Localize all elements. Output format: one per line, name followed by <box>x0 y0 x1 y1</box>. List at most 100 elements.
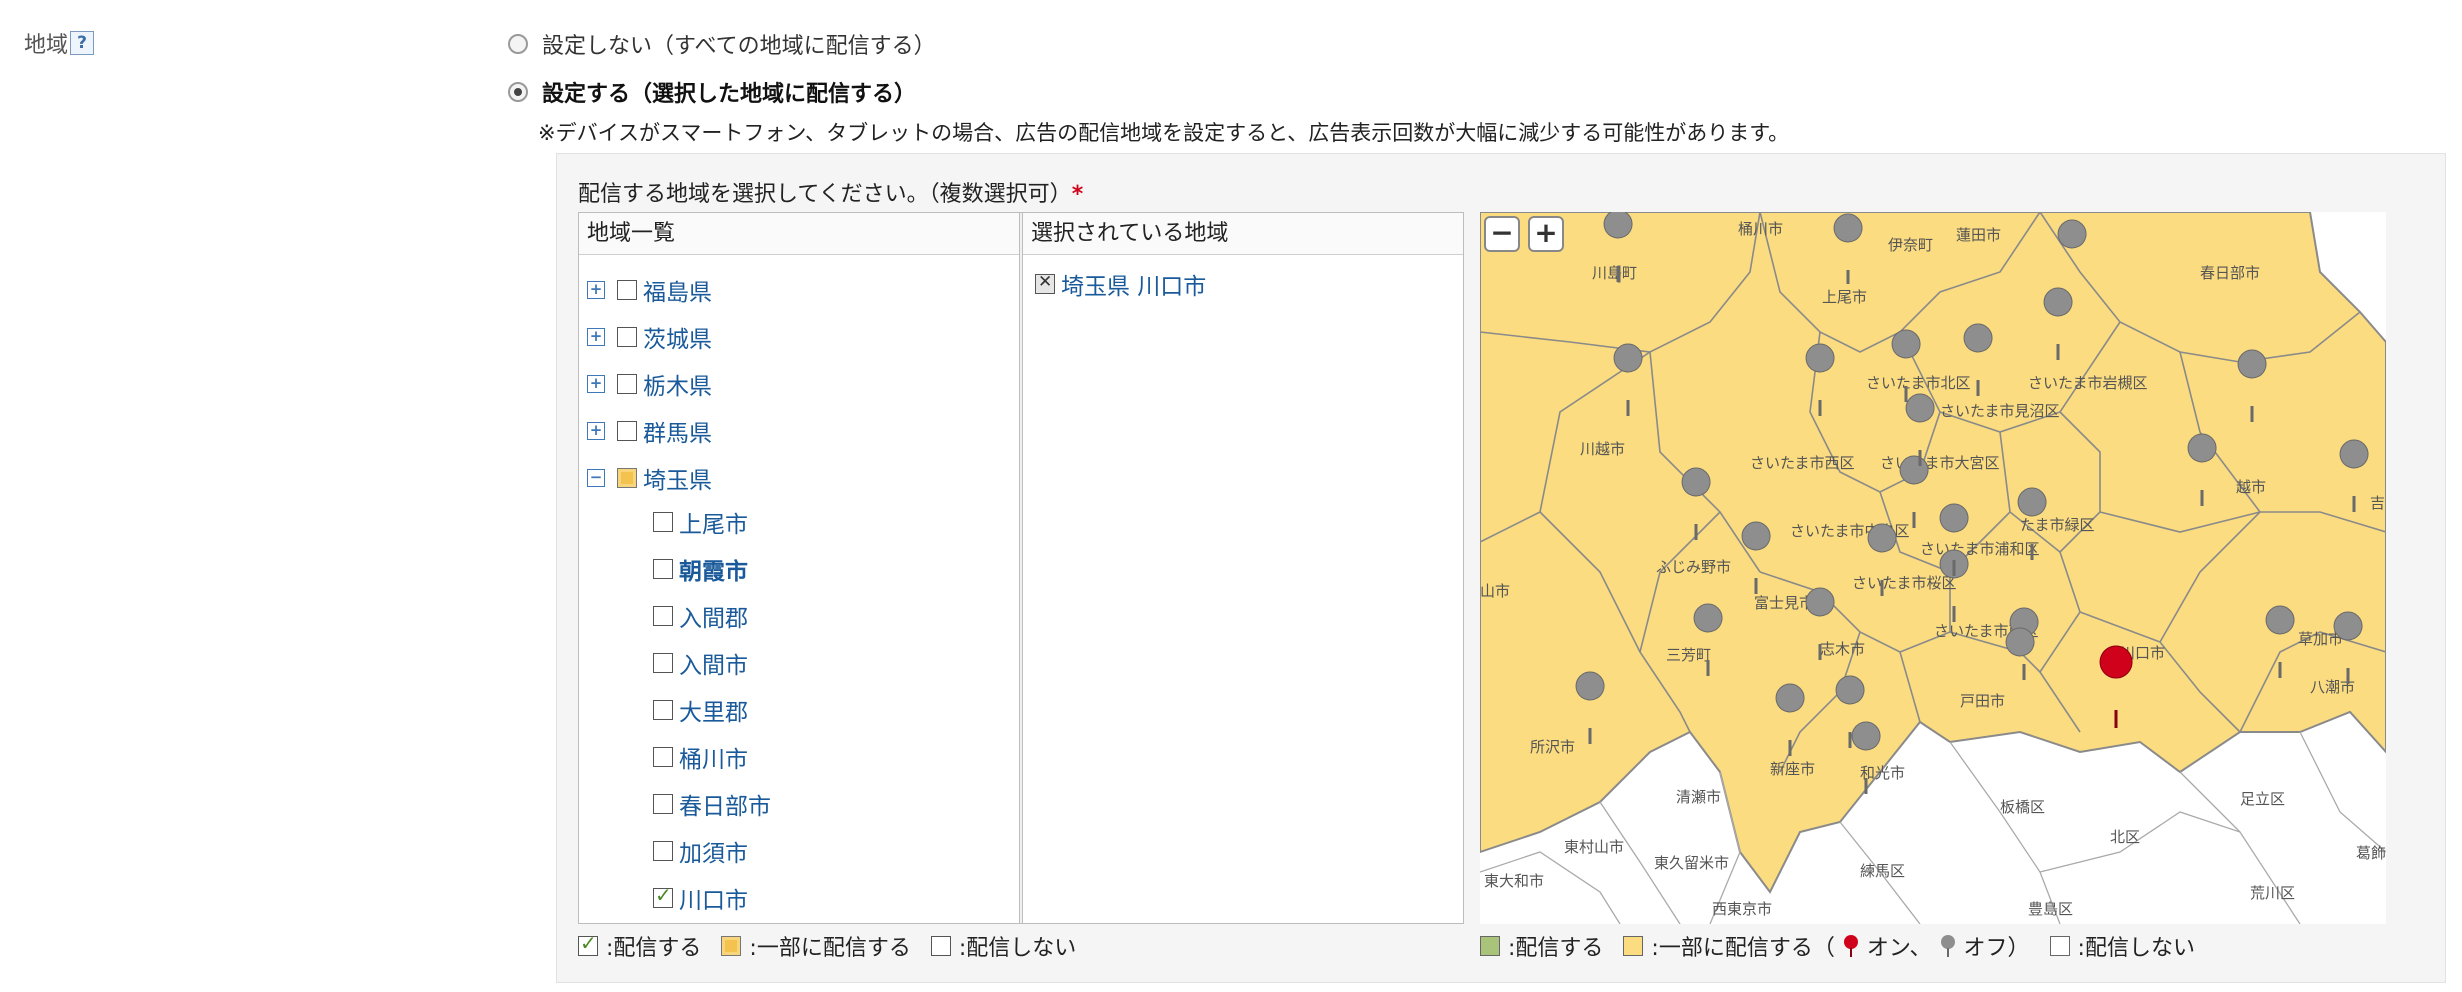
city-label[interactable]: 桶川市 <box>679 740 748 774</box>
svg-text:さいたま市大宮区: さいたま市大宮区 <box>1880 455 2000 472</box>
tree-item-tochigi[interactable]: + 栃木県 <box>587 367 712 401</box>
tree-item-city[interactable]: 入間市 <box>653 646 748 680</box>
expand-icon[interactable]: + <box>587 422 605 440</box>
zoom-out-button[interactable]: − <box>1484 216 1520 252</box>
svg-text:伊奈町: 伊奈町 <box>1888 237 1933 254</box>
checkbox[interactable] <box>653 653 673 673</box>
svg-text:さいたま市北区: さいたま市北区 <box>1866 375 1971 392</box>
tree-item-city[interactable]: 川口市 <box>653 881 748 915</box>
tree-item-saitama[interactable]: − 埼玉県 <box>587 461 712 495</box>
prefecture-label[interactable]: 福島県 <box>643 273 712 307</box>
remove-icon[interactable] <box>1035 272 1055 294</box>
radio-targeting[interactable]: 設定する（選択した地域に配信する） <box>508 76 916 108</box>
radio-label: 設定しない（すべての地域に配信する） <box>542 34 936 59</box>
column-divider[interactable] <box>1019 213 1023 923</box>
city-label[interactable]: 川口市 <box>679 881 748 915</box>
help-icon[interactable]: ? <box>70 31 95 55</box>
tree-item-city[interactable]: 加須市 <box>653 834 748 868</box>
legend-label: :一部に配信する（ <box>1651 936 1835 961</box>
selected-region-item[interactable]: 埼玉県 川口市 <box>1035 267 1206 301</box>
prompt-text: 配信する地域を選択してください。（複数選択可） <box>578 182 1072 207</box>
svg-text:練馬区: 練馬区 <box>1860 863 1905 880</box>
legend-map: :配信する :一部に配信する（ オン、 オフ） :配信しない <box>1480 930 2195 962</box>
legend-label: オフ） <box>1963 936 2030 961</box>
collapse-icon[interactable]: − <box>587 469 605 487</box>
svg-text:さいたま市見沼区: さいたま市見沼区 <box>1940 403 2060 420</box>
column-header-selected-regions: 選択されている地域 <box>1023 213 1463 255</box>
svg-text:さいたま市浦和区: さいたま市浦和区 <box>1920 541 2040 558</box>
warning-note: ※デバイスがスマートフォン、タブレットの場合、広告の配信地域を設定すると、広告表… <box>538 121 1790 145</box>
legend-label: :配信する <box>1508 936 1604 961</box>
expand-icon[interactable]: + <box>587 375 605 393</box>
selected-region-label[interactable]: 埼玉県 川口市 <box>1061 267 1206 301</box>
map-canvas[interactable]: 桶川市 伊奈町 蓮田市 川島町 上尾市 春日部市 さいたま市北区 さいたま市岩槻… <box>1480 212 2386 924</box>
required-mark: * <box>1071 182 1084 207</box>
legend-label: :配信しない <box>958 936 1077 961</box>
checkbox[interactable] <box>617 327 637 347</box>
checkbox-partial[interactable] <box>617 468 637 488</box>
city-label[interactable]: 加須市 <box>679 834 748 868</box>
checkbox[interactable] <box>617 280 637 300</box>
tree-item-ibaraki[interactable]: + 茨城県 <box>587 320 712 354</box>
checkbox[interactable] <box>653 747 673 767</box>
expand-icon[interactable]: + <box>587 328 605 346</box>
pin-on-icon <box>1843 935 1858 957</box>
checkbox[interactable] <box>653 841 673 861</box>
tree-item-city[interactable]: 桶川市 <box>653 740 748 774</box>
radio-button[interactable] <box>508 34 528 54</box>
city-label[interactable]: 入間郡 <box>679 599 748 633</box>
svg-text:東久留米市: 東久留米市 <box>1654 855 1729 872</box>
tree-item-fukushima[interactable]: + 福島県 <box>587 273 712 307</box>
svg-text:西東京市: 西東京市 <box>1712 901 1772 918</box>
svg-text:豊島区: 豊島区 <box>2028 901 2073 918</box>
tree-item-city[interactable]: 上尾市 <box>653 505 748 539</box>
svg-text:足立区: 足立区 <box>2240 791 2285 808</box>
checkbox[interactable] <box>653 512 673 532</box>
legend-off-swatch <box>930 936 951 956</box>
svg-text:所沢市: 所沢市 <box>1530 739 1575 756</box>
svg-text:清瀬市: 清瀬市 <box>1676 789 1721 806</box>
svg-text:北区: 北区 <box>2110 829 2140 846</box>
prefecture-label[interactable]: 栃木県 <box>643 367 712 401</box>
region-map[interactable]: 桶川市 伊奈町 蓮田市 川島町 上尾市 春日部市 さいたま市北区 さいたま市岩槻… <box>1480 212 2386 924</box>
city-label[interactable]: 入間市 <box>679 646 748 680</box>
radio-button-selected[interactable] <box>508 82 528 102</box>
city-label[interactable]: 大里郡 <box>679 693 748 727</box>
svg-text:春日部市: 春日部市 <box>2200 265 2260 282</box>
svg-text:ふじみ野市: ふじみ野市 <box>1656 559 1731 576</box>
tree-item-gunma[interactable]: + 群馬県 <box>587 414 712 448</box>
svg-text:さいたま市岩槻区: さいたま市岩槻区 <box>2028 375 2148 392</box>
svg-text:三芳町: 三芳町 <box>1666 647 1711 664</box>
radio-no-targeting[interactable]: 設定しない（すべての地域に配信する） <box>508 28 936 60</box>
legend-checked-swatch <box>578 931 598 956</box>
prefecture-label[interactable]: 茨城県 <box>643 320 712 354</box>
svg-text:越市: 越市 <box>2236 479 2266 496</box>
city-label[interactable]: 春日部市 <box>679 787 771 821</box>
city-label[interactable]: 上尾市 <box>679 505 748 539</box>
region-prompt: 配信する地域を選択してください。（複数選択可）* <box>578 176 1083 208</box>
tree-item-city[interactable]: 入間郡 <box>653 599 748 633</box>
tree-item-city[interactable]: 朝霞市 <box>653 552 748 586</box>
svg-text:東大和市: 東大和市 <box>1484 873 1544 890</box>
checkbox[interactable] <box>617 374 637 394</box>
expand-icon[interactable]: + <box>587 281 605 299</box>
checkbox[interactable] <box>653 700 673 720</box>
legend-label: オン、 <box>1866 936 1932 961</box>
svg-text:さいたま市西区: さいたま市西区 <box>1750 455 1855 472</box>
tree-item-city[interactable]: 大里郡 <box>653 693 748 727</box>
svg-text:志木市: 志木市 <box>1820 641 1865 658</box>
svg-text:川島町: 川島町 <box>1592 265 1637 282</box>
prefecture-label[interactable]: 群馬県 <box>643 414 712 448</box>
city-label[interactable]: 朝霞市 <box>679 552 748 586</box>
prefecture-label[interactable]: 埼玉県 <box>643 461 712 495</box>
checkbox[interactable] <box>653 794 673 814</box>
svg-text:山市: 山市 <box>1480 583 1510 600</box>
radio-label: 設定する（選択した地域に配信する） <box>542 82 917 107</box>
checkbox-checked[interactable] <box>653 883 673 908</box>
tree-item-city[interactable]: 春日部市 <box>653 787 771 821</box>
checkbox[interactable] <box>653 606 673 626</box>
checkbox[interactable] <box>653 559 673 579</box>
svg-text:吉: 吉 <box>2370 495 2385 512</box>
zoom-in-button[interactable]: + <box>1528 216 1564 252</box>
checkbox[interactable] <box>617 421 637 441</box>
